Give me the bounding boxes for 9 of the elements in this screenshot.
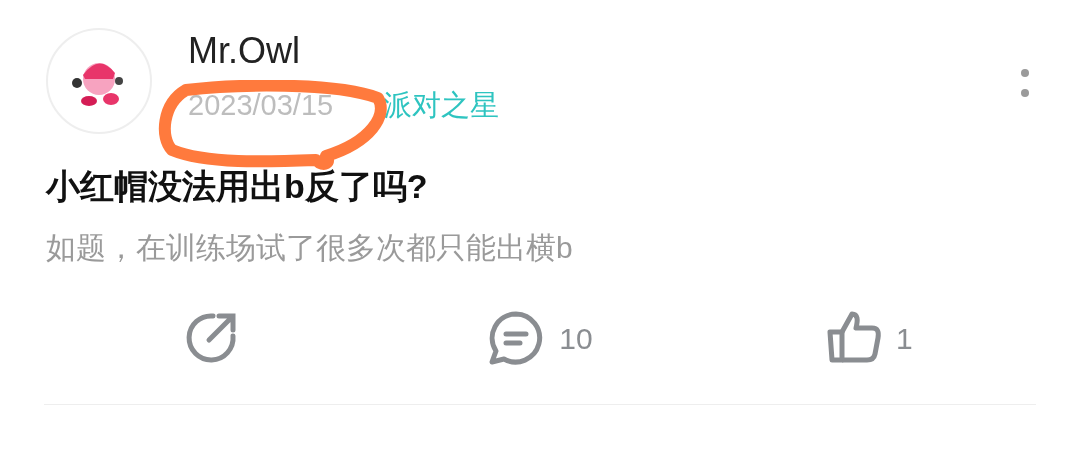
comment-button[interactable]: 10 xyxy=(487,310,593,366)
author-name: Mr.Owl xyxy=(188,30,301,72)
avatar[interactable] xyxy=(46,28,152,134)
post-date: 2023/03/15 xyxy=(188,88,334,123)
more-options-icon[interactable] xyxy=(1020,68,1030,98)
thumbs-up-icon xyxy=(826,310,882,366)
like-button[interactable]: 1 xyxy=(826,310,913,366)
post-body: 如题，在训练场试了很多次都只能出横b xyxy=(46,230,574,266)
post-title: 小红帽没法用出b反了吗? xyxy=(46,166,429,207)
